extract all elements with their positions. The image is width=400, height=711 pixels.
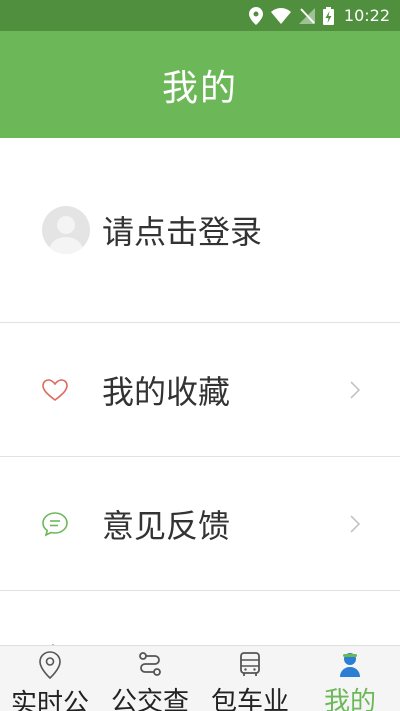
location-icon [248, 6, 263, 25]
nav-label: 包车业 [210, 687, 289, 711]
status-bar: 10:22 [0, 0, 400, 31]
bottom-nav: 实时公 公交查 包车业 我的 [0, 645, 400, 711]
heart-icon [41, 378, 69, 402]
nav-label: 实时公 [10, 689, 89, 711]
login-row[interactable]: 请点击登录 [0, 138, 400, 323]
no-signal-icon [298, 7, 315, 24]
login-label: 请点击登录 [102, 213, 263, 251]
battery-charging-icon [322, 6, 334, 25]
menu-item-favorites[interactable]: 我的收藏 [0, 323, 400, 457]
menu-item-feedback[interactable]: 意见反馈 [0, 457, 400, 591]
avatar [42, 206, 90, 254]
chevron-right-icon [350, 380, 360, 399]
page-title: 我的 [161, 67, 238, 109]
nav-tab-realtime-bus[interactable]: 实时公 [0, 646, 100, 711]
route-icon [138, 651, 162, 677]
bus-icon [239, 651, 261, 677]
nav-tab-charter[interactable]: 包车业 [200, 646, 300, 711]
chat-bubble-icon [41, 511, 69, 537]
menu-item-more[interactable] [0, 591, 400, 651]
feedback-label: 意见反馈 [102, 506, 231, 545]
user-icon [340, 651, 360, 677]
wifi-icon [270, 7, 291, 24]
nav-label: 我的 [323, 687, 376, 711]
status-time: 10:22 [343, 6, 390, 25]
nav-tab-bus-query[interactable]: 公交查 [100, 646, 200, 711]
app-bar: 我的 [0, 31, 400, 138]
nav-label: 公交查 [110, 687, 189, 711]
chevron-right-icon [350, 514, 360, 533]
nav-tab-mine[interactable]: 我的 [300, 646, 400, 711]
map-pin-icon [39, 651, 61, 679]
avatar-placeholder-icon [48, 216, 84, 254]
favorites-label: 我的收藏 [102, 372, 231, 411]
